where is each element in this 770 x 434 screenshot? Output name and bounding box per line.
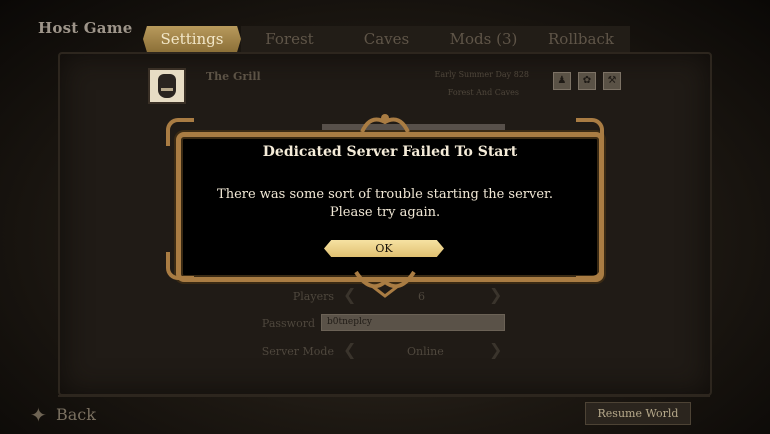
server-mode-left-arrow-icon[interactable]: ❮ — [343, 340, 356, 359]
server-mode-value: Online — [407, 345, 444, 358]
back-label: Back — [56, 405, 96, 424]
group-icon[interactable]: ♟ — [552, 72, 571, 90]
character-face-icon — [158, 74, 176, 98]
resume-world-button[interactable]: Resume World — [585, 402, 691, 425]
tools-icon[interactable]: ⚒ — [603, 72, 621, 90]
tab-forest[interactable]: Forest — [241, 26, 338, 52]
dialog-corner-ornament — [166, 118, 194, 146]
tab-settings[interactable]: Settings — [143, 26, 241, 52]
world-type: Forest And Caves — [447, 88, 519, 97]
password-input[interactable]: b0tneplcy — [321, 314, 505, 331]
paw-icon[interactable]: ✿ — [577, 72, 596, 90]
world-summary: The Grill Early Summer Day 828 Forest An… — [148, 68, 623, 106]
tab-mods[interactable]: Mods (3) — [435, 26, 532, 52]
world-avatar — [148, 68, 186, 104]
dialog-title: Dedicated Server Failed To Start — [262, 144, 518, 160]
world-name: The Grill — [206, 70, 261, 83]
page-title: Host Game — [38, 19, 133, 37]
ok-button[interactable]: OK — [324, 240, 444, 257]
error-dialog: Dedicated Server Failed To Start There w… — [162, 108, 608, 298]
tab-caves[interactable]: Caves — [338, 26, 435, 52]
dialog-top-ornament-icon — [360, 114, 410, 133]
tab-bar: Settings Forest Caves Mods (3) Rollback — [143, 26, 630, 52]
server-mode-right-arrow-icon[interactable]: ❯ — [489, 340, 502, 359]
mustache-icon — [161, 88, 173, 91]
dialog-bottom-ornament-icon — [354, 270, 416, 298]
world-icons: ♟ ✿ ⚒ — [551, 68, 621, 90]
back-arrow-icon: ✦ — [30, 403, 47, 427]
server-mode-label: Server Mode — [261, 345, 334, 358]
tab-rollback[interactable]: Rollback — [532, 26, 630, 52]
dialog-corner-ornament — [166, 252, 194, 280]
dialog-corner-ornament — [576, 252, 604, 280]
dialog-message: There was some sort of trouble starting … — [217, 187, 553, 220]
dialog-corner-ornament — [576, 118, 604, 146]
world-day: Early Summer Day 828 — [434, 70, 529, 79]
password-label: Password — [261, 317, 315, 330]
